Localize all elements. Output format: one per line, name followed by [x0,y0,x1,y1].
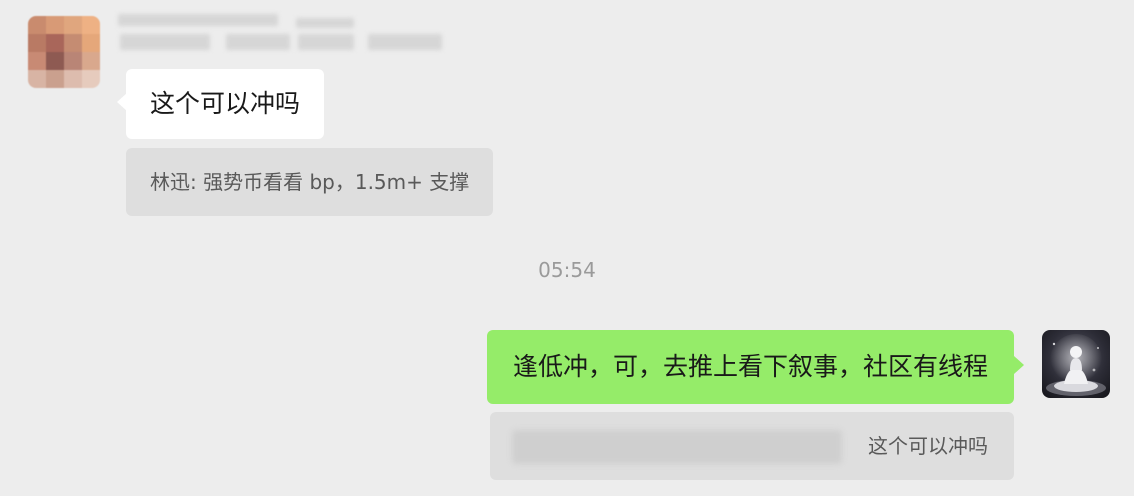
meditating-figure-icon [1046,334,1106,396]
quoted-sender-redacted [512,430,842,464]
incoming-quote-text: 林迅: 强势币看看 bp，1.5m+ 支撑 [150,170,470,194]
incoming-message-bubble[interactable]: 这个可以冲吗 [116,69,325,139]
sender-avatar[interactable] [28,16,100,88]
outgoing-message-text: 逢低冲，可，去推上看下叙事，社区有线程 [512,352,988,381]
message-timestamp: 05:54 [538,258,596,282]
outgoing-quote-block[interactable]: 这个可以冲吗 [490,412,1014,480]
self-avatar[interactable] [1042,330,1110,398]
incoming-message-text: 这个可以冲吗 [150,89,301,118]
outgoing-message-bubble[interactable]: 逢低冲，可，去推上看下叙事，社区有线程 [486,330,1025,404]
sender-name-redacted [118,14,458,54]
outgoing-quote-text: 这个可以冲吗 [868,434,988,458]
incoming-quote-block[interactable]: 林迅: 强势币看看 bp，1.5m+ 支撑 [126,148,494,216]
